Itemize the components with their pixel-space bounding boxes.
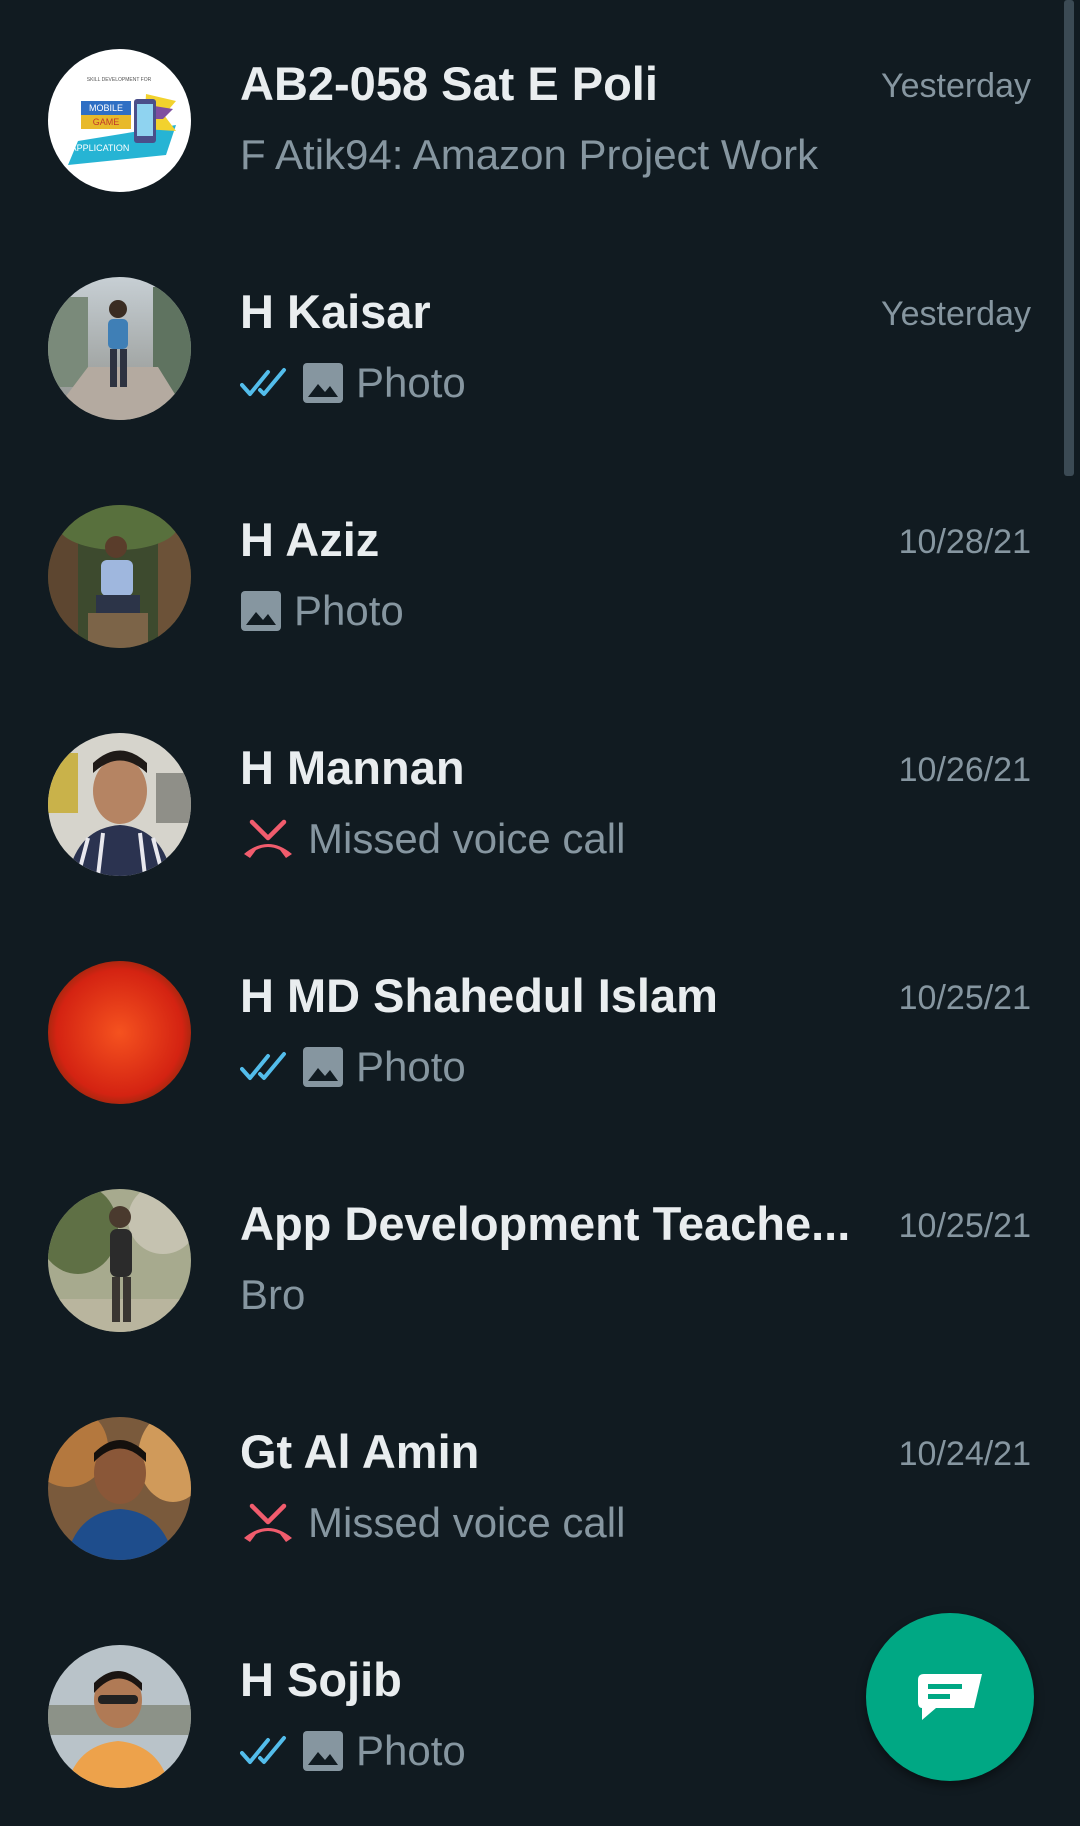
missed-call-icon bbox=[240, 818, 296, 860]
chat-list: SKILL DEVELOPMENT FOR MOBILE GAME APPLIC… bbox=[0, 0, 1080, 1824]
profile-photo bbox=[48, 277, 191, 420]
chat-preview: F Atik94: Amazon Project Work bbox=[240, 129, 818, 181]
chat-row-h-aziz[interactable]: H Aziz 10/28/21 Photo bbox=[0, 456, 1080, 684]
chat-row-h-kaisar[interactable]: H Kaisar Yesterday Photo bbox=[0, 228, 1080, 456]
chat-preview-text: F Atik94: Amazon Project Work bbox=[240, 131, 819, 178]
chat-preview: Photo bbox=[240, 1041, 466, 1093]
chat-row-h-md-shahedul-islam[interactable]: H MD Shahedul Islam 10/25/21 Photo bbox=[0, 912, 1080, 1140]
profile-photo bbox=[48, 1645, 191, 1788]
chat-preview-text: Missed voice call bbox=[308, 815, 626, 862]
chat-row-gt-al-amin[interactable]: Gt Al Amin 10/24/21 Missed voice call bbox=[0, 1368, 1080, 1596]
profile-photo bbox=[48, 1417, 191, 1560]
chat-preview: Photo bbox=[240, 585, 404, 637]
avatar[interactable] bbox=[48, 1417, 191, 1560]
avatar[interactable] bbox=[48, 733, 191, 876]
profile-photo bbox=[48, 1189, 191, 1332]
new-chat-icon bbox=[918, 1674, 982, 1720]
chat-time: Yesterday bbox=[881, 67, 1031, 105]
logo-text-game: GAME bbox=[93, 117, 120, 127]
avatar[interactable]: SKILL DEVELOPMENT FOR MOBILE GAME APPLIC… bbox=[48, 49, 191, 192]
chat-name: H MD Shahedul Islam bbox=[240, 969, 718, 1022]
chat-name: AB2-058 Sat E Poli bbox=[240, 57, 658, 110]
avatar[interactable] bbox=[48, 1645, 191, 1788]
photo-icon bbox=[240, 590, 282, 632]
double-check-icon bbox=[240, 1050, 290, 1084]
profile-photo bbox=[48, 733, 191, 876]
chats-screen: SKILL DEVELOPMENT FOR MOBILE GAME APPLIC… bbox=[0, 0, 1080, 1826]
chat-time: Yesterday bbox=[881, 295, 1031, 333]
chat-time: 10/26/21 bbox=[898, 751, 1031, 789]
photo-icon bbox=[302, 1730, 344, 1772]
chat-preview-text: Photo bbox=[356, 359, 466, 406]
chat-name: H Kaisar bbox=[240, 285, 431, 338]
chat-name: Gt Al Amin bbox=[240, 1425, 480, 1478]
scrollbar[interactable] bbox=[1064, 0, 1074, 476]
new-chat-button[interactable] bbox=[866, 1613, 1034, 1781]
chat-preview: Missed voice call bbox=[240, 1497, 625, 1549]
chat-row-h-mannan[interactable]: H Mannan 10/26/21 Missed voice call bbox=[0, 684, 1080, 912]
photo-icon bbox=[302, 362, 344, 404]
chat-preview-text: Photo bbox=[356, 1043, 466, 1090]
chat-preview-text: Bro bbox=[240, 1271, 306, 1318]
chat-row-sat-e-poli[interactable]: SKILL DEVELOPMENT FOR MOBILE GAME APPLIC… bbox=[0, 0, 1080, 228]
logo-text-application: APPLICATION bbox=[71, 143, 130, 153]
profile-photo bbox=[48, 505, 191, 648]
avatar[interactable] bbox=[48, 961, 191, 1104]
chat-preview: Bro bbox=[240, 1269, 305, 1321]
profile-photo bbox=[48, 961, 191, 1104]
chat-preview: Photo bbox=[240, 1725, 466, 1777]
chat-time: 10/25/21 bbox=[898, 1207, 1031, 1245]
chat-preview: Missed voice call bbox=[240, 813, 625, 865]
chat-name: H Mannan bbox=[240, 741, 465, 794]
chat-time: 10/25/21 bbox=[898, 979, 1031, 1017]
chat-row-app-development-teacher[interactable]: App Development Teache... 10/25/21 Bro bbox=[0, 1140, 1080, 1368]
chat-preview-text: Photo bbox=[294, 587, 404, 634]
chat-preview-text: Photo bbox=[356, 1727, 466, 1774]
chat-name: H Aziz bbox=[240, 513, 380, 566]
chat-time: 10/24/21 bbox=[898, 1435, 1031, 1473]
chat-name: App Development Teache... bbox=[240, 1197, 851, 1250]
chat-preview: Photo bbox=[240, 357, 466, 409]
avatar[interactable] bbox=[48, 1189, 191, 1332]
chat-time: 10/28/21 bbox=[898, 523, 1031, 561]
logo-text-mobile: MOBILE bbox=[89, 103, 123, 113]
chat-preview-text: Missed voice call bbox=[308, 1499, 626, 1546]
logo-text-top: SKILL DEVELOPMENT FOR bbox=[87, 77, 152, 83]
avatar[interactable] bbox=[48, 277, 191, 420]
avatar[interactable] bbox=[48, 505, 191, 648]
photo-icon bbox=[302, 1046, 344, 1088]
double-check-icon bbox=[240, 1734, 290, 1768]
double-check-icon bbox=[240, 366, 290, 400]
group-logo-avatar: SKILL DEVELOPMENT FOR MOBILE GAME APPLIC… bbox=[48, 49, 191, 192]
chat-name: H Sojib bbox=[240, 1653, 402, 1706]
missed-call-icon bbox=[240, 1502, 296, 1544]
